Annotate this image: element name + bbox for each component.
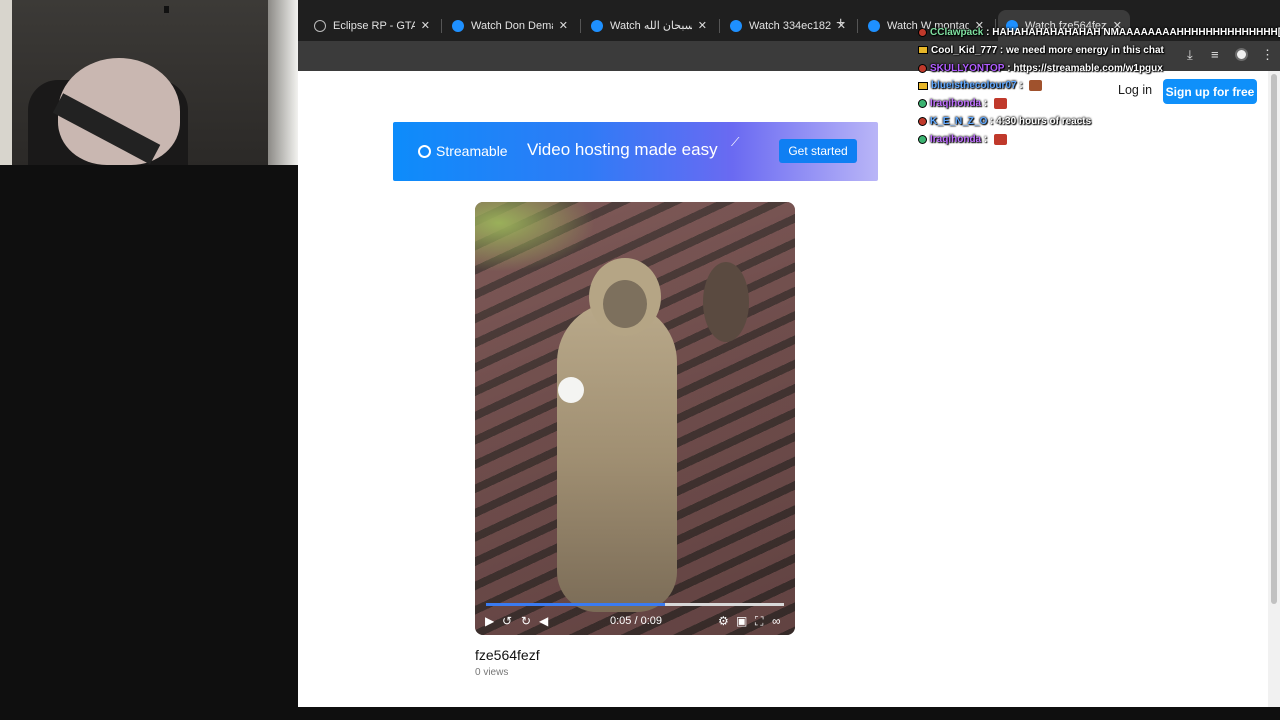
chat-emote-icon — [1029, 80, 1043, 92]
webcam-background-door — [0, 0, 12, 165]
streamable-icon — [452, 19, 464, 32]
profile-avatar[interactable] — [1235, 48, 1248, 61]
volume-icon[interactable]: ◀ — [539, 614, 548, 628]
video-frame-grass — [475, 202, 595, 272]
browser-tab[interactable]: Watch Don Demarco | Streamable ✕ — [444, 10, 576, 41]
video-player[interactable] — [475, 202, 795, 635]
chat-username[interactable]: blueisthecolour07 — [931, 80, 1017, 91]
globe-icon — [314, 19, 326, 32]
taskbar-edge — [0, 707, 1280, 720]
chat-username[interactable]: K_E_N_Z_O — [930, 116, 987, 127]
chat-username[interactable]: Cool_Kid_777 — [931, 45, 997, 56]
picture-in-picture-icon[interactable]: ▣ — [736, 614, 747, 628]
chat-username[interactable]: CClawpack — [930, 27, 983, 38]
chat-badge-icon — [918, 99, 927, 109]
close-tab-icon[interactable]: ✕ — [698, 19, 707, 32]
chat-separator: : — [1016, 80, 1026, 92]
video-frame-animal-face — [603, 280, 647, 328]
scrollbar-thumb[interactable] — [1271, 74, 1277, 604]
streamable-logo-icon — [418, 145, 431, 158]
chat-text: we need more energy in this chat — [1006, 44, 1164, 56]
video-frame-animal-body — [557, 302, 677, 612]
chat-username[interactable]: SKULLYONTOP — [930, 63, 1004, 74]
banner-brand: Streamable — [436, 143, 508, 159]
video-progress-fill — [486, 603, 665, 606]
chat-badge-icon — [918, 117, 927, 126]
media-control-icon[interactable]: ≡ — [1211, 47, 1219, 62]
tab-title: Watch 334ec182fd47d2f7 — [749, 19, 831, 32]
streamable-watermark-icon[interactable]: ∞ — [772, 614, 781, 628]
chat-separator: : — [997, 44, 1007, 56]
tab-separator — [441, 19, 442, 33]
chat-badge-icon — [918, 46, 928, 55]
video-view-count: 0 views — [475, 667, 509, 678]
fullscreen-icon[interactable]: ⛶ — [755, 614, 763, 629]
webcam-background-detail — [164, 6, 169, 13]
video-timecode: 0:05 / 0:09 — [610, 615, 662, 627]
chat-username[interactable]: Iraqihonda — [930, 98, 981, 109]
chat-separator: : — [987, 116, 997, 127]
login-link[interactable]: Log in — [1118, 83, 1152, 101]
tab-separator — [857, 19, 858, 33]
video-frame-ball — [558, 377, 584, 403]
play-icon[interactable]: ▶ — [485, 614, 494, 628]
chat-badge-icon — [918, 134, 927, 144]
forward-icon[interactable]: ↻ — [521, 614, 531, 628]
screen: Eclipse RP - GTA V Roleplay✕Watch Don De… — [0, 0, 1280, 720]
video-frame-second-animal — [703, 262, 749, 342]
chat-message: CClawpack : HAHAHAHAHAHAHAH NMAAAAAAAAHH… — [918, 25, 1280, 40]
close-tab-icon[interactable]: ✕ — [421, 19, 430, 32]
chat-username[interactable]: Iraqihonda — [930, 134, 981, 145]
browser-tab[interactable]: Watch 334ec182fd47d2f7✕ — [722, 10, 854, 41]
chat-badge-icon — [918, 63, 927, 73]
tab-title: Watch Don Demarco | Streamable — [471, 19, 553, 32]
tab-title: Eclipse RP - GTA V Roleplay — [333, 19, 415, 32]
webcam-background-light — [268, 0, 298, 165]
chat-text: https://streamable.com/w1pgux — [1013, 62, 1163, 74]
chat-message: blueisthecolour07 : — [918, 78, 1043, 93]
close-tab-icon[interactable]: ✕ — [559, 19, 568, 32]
chat-text: 4:30 hours of reacts — [996, 116, 1092, 127]
tab-separator — [719, 19, 720, 33]
chat-message: Iraqihonda : — [918, 96, 1008, 111]
chat-separator: : — [981, 98, 991, 110]
streamable-icon — [591, 19, 603, 32]
sparkle-icon: ⟋ — [731, 135, 740, 149]
chat-separator: : — [983, 27, 993, 38]
settings-icon[interactable]: ⚙ — [718, 614, 729, 628]
chat-message: Cool_Kid_777 : we need more energy in th… — [918, 43, 1164, 58]
chat-message: SKULLYONTOP : https://streamable.com/w1p… — [918, 61, 1163, 76]
browser-menu-icon[interactable]: ⋮ — [1261, 47, 1274, 63]
video-title: fze564fezf — [475, 647, 540, 663]
rewind-icon[interactable]: ↺ — [502, 614, 512, 628]
browser-tab[interactable]: Eclipse RP - GTA V Roleplay ✕ — [306, 10, 438, 41]
chat-badge-icon — [918, 28, 927, 37]
streamable-icon — [868, 19, 880, 32]
signup-button[interactable]: Sign up for free — [1163, 79, 1257, 104]
chat-text: HAHAHAHAHAHAHAH NMAAAAAAAAHHHHHHHHHHHHHH… — [992, 27, 1280, 38]
get-started-button[interactable]: Get started — [779, 139, 857, 163]
chat-emote-icon — [994, 98, 1008, 110]
browser-tab[interactable]: Watch الله اكبر سبحان الله | Streamable ✕ — [583, 10, 715, 41]
chat-message: K_E_N_Z_O : 4:30 hours of reacts — [918, 114, 1091, 129]
chat-message: Iraqihonda : — [918, 132, 1008, 147]
tab-separator — [580, 19, 581, 33]
tab-title: Watch الله اكبر سبحان الله | Streamable — [610, 20, 692, 32]
download-icon[interactable]: ⤓ — [1187, 47, 1193, 63]
banner-tagline: Video hosting made easy — [527, 140, 718, 159]
new-tab-button[interactable]: + — [836, 15, 845, 33]
streamable-icon — [730, 19, 742, 32]
chat-badge-icon — [918, 81, 928, 90]
chat-emote-icon — [994, 133, 1008, 145]
chat-separator: : — [981, 133, 991, 145]
